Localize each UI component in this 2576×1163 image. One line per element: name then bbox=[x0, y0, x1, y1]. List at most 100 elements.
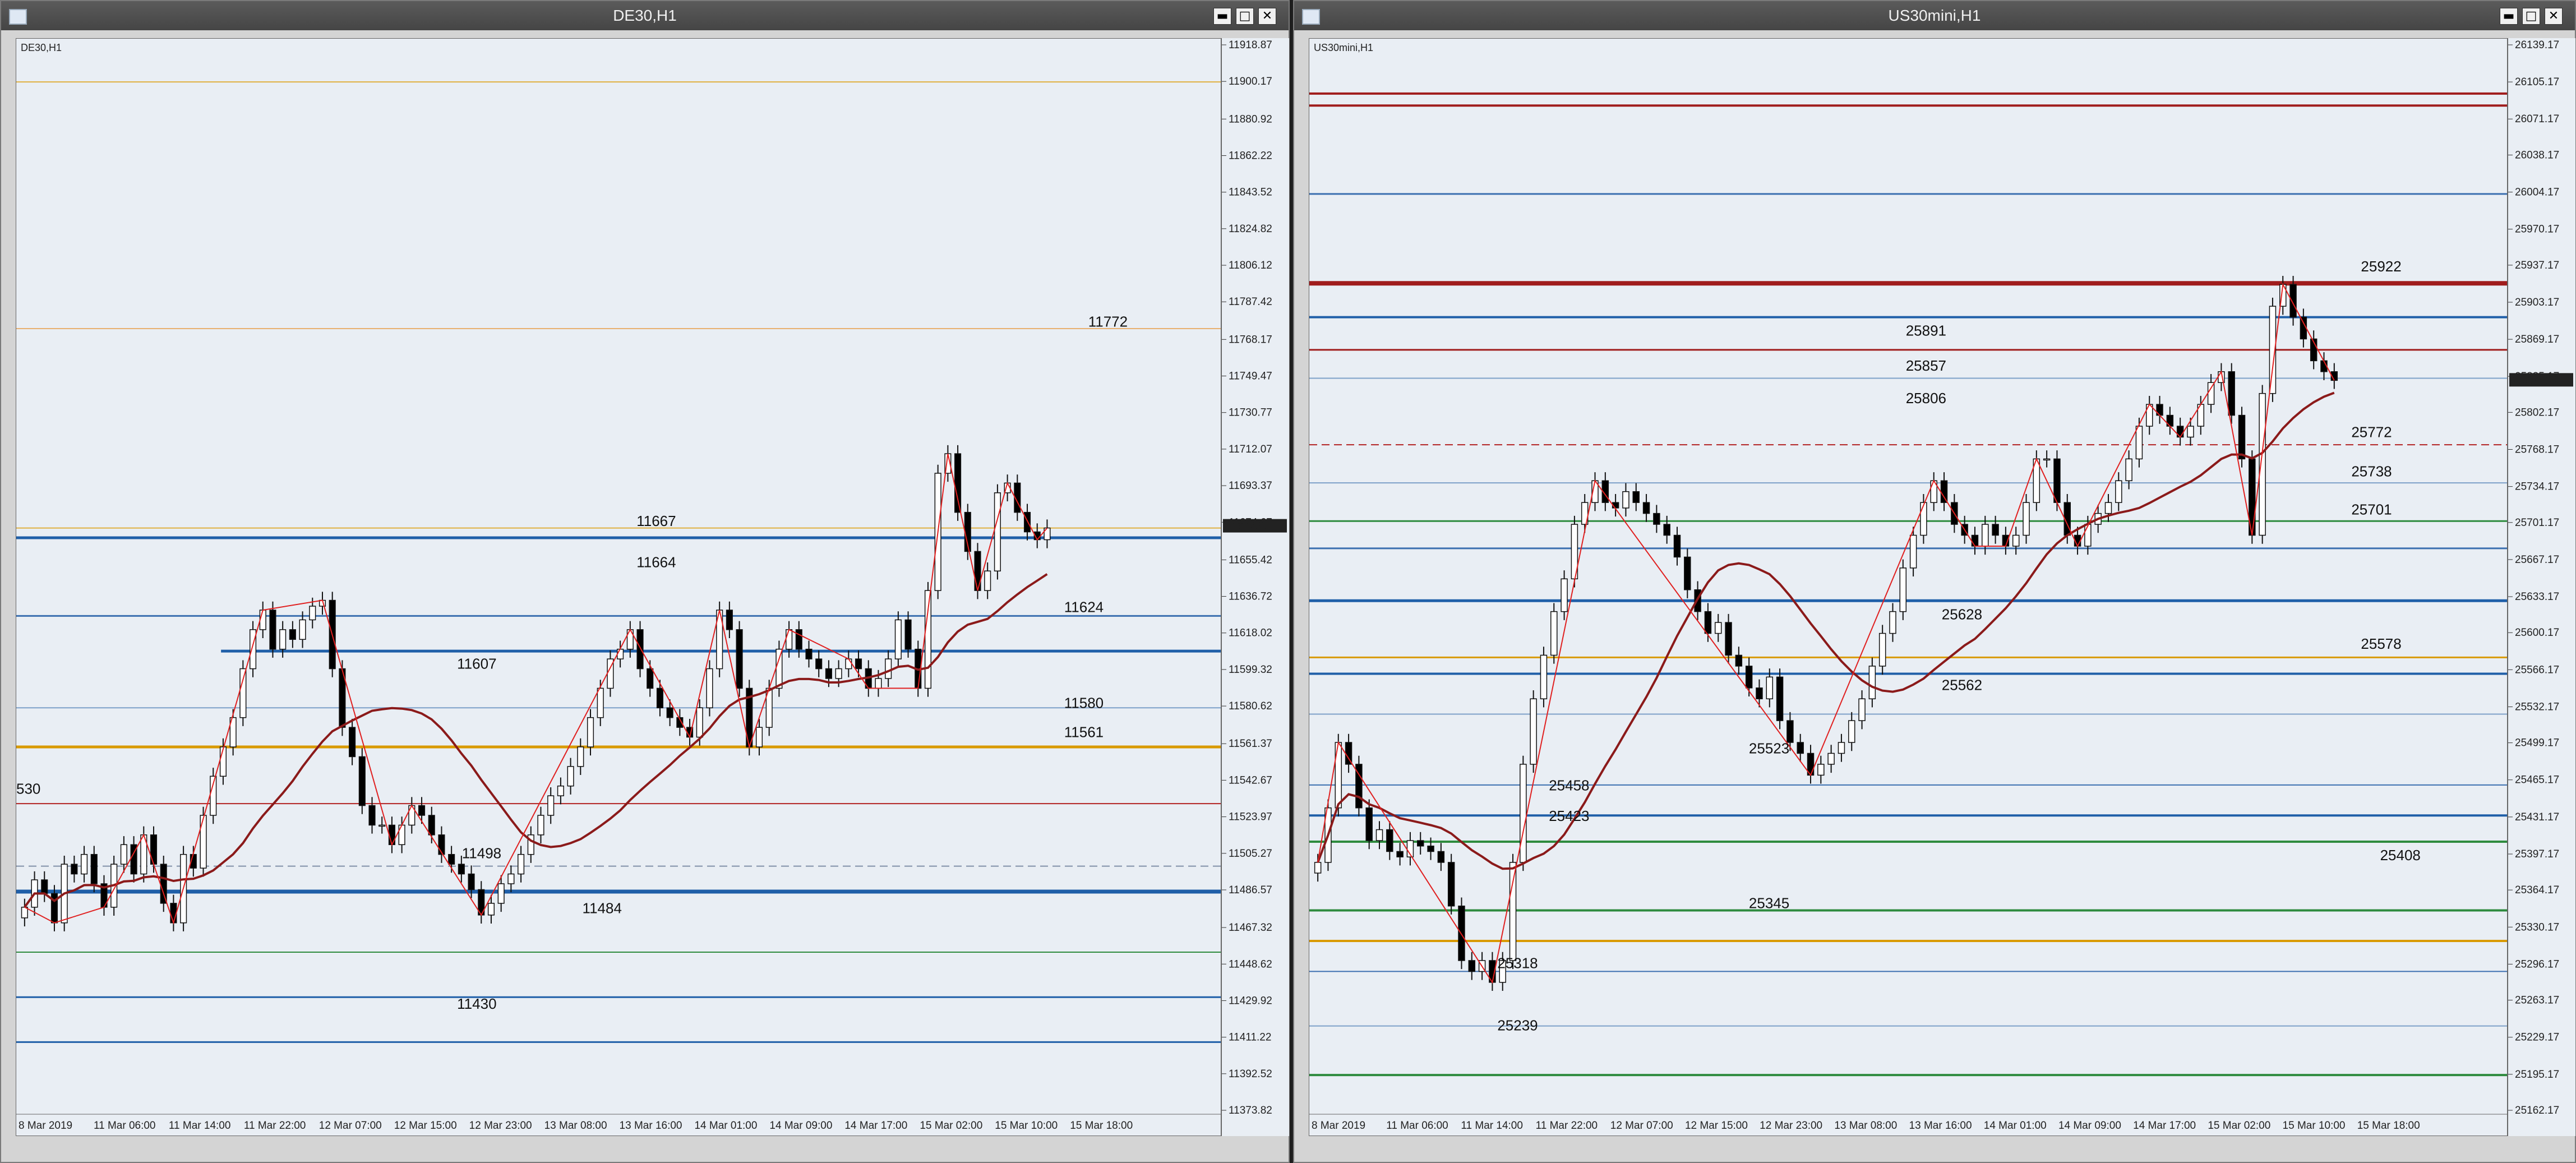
window-titlebar[interactable]: DE30,H1 ▬ □ ✕ bbox=[1, 1, 1289, 30]
price-tick-label: 11486.57 bbox=[1229, 884, 1272, 896]
time-axis-label: 15 Mar 18:00 bbox=[1070, 1120, 1133, 1132]
price-tick-label: 11467.32 bbox=[1229, 922, 1272, 934]
candle-body bbox=[507, 873, 515, 884]
price-tick-label: 25296.17 bbox=[2515, 958, 2559, 970]
candle-body bbox=[1653, 513, 1660, 525]
time-axis-label: 12 Mar 07:00 bbox=[1610, 1120, 1673, 1132]
candle-body bbox=[378, 824, 386, 827]
candle-body bbox=[994, 492, 1001, 572]
candle-body bbox=[1827, 753, 1835, 765]
time-axis-label: 8 Mar 2019 bbox=[19, 1120, 72, 1132]
time-axis-label: 11 Mar 14:00 bbox=[169, 1120, 231, 1132]
candle-body bbox=[924, 590, 932, 689]
time-axis-label: 14 Mar 01:00 bbox=[694, 1120, 757, 1132]
candle-body bbox=[2135, 426, 2143, 460]
candle-body bbox=[775, 648, 783, 689]
price-tick-label: 25869.17 bbox=[2515, 334, 2559, 345]
candle-body bbox=[1509, 862, 1517, 961]
price-axis[interactable]: 26139.17 26105.17 26071.17 26038.17 26004.17… bbox=[2508, 38, 2575, 1136]
candle-body bbox=[894, 619, 902, 659]
current-price-label: 11672.85 bbox=[1226, 521, 1270, 533]
level-label: 11484 bbox=[583, 899, 622, 916]
maximize-icon[interactable]: □ bbox=[2522, 8, 2540, 25]
level-label: 25628 bbox=[1942, 606, 1982, 622]
price-tick-label: 25364.17 bbox=[2515, 884, 2559, 896]
chart-canvas[interactable]: 25922 25891 25857 25806 25772 25738 25701 25628… bbox=[1309, 39, 2507, 1136]
price-tick-label: 26038.17 bbox=[2515, 149, 2559, 161]
price-tick-label: 11618.02 bbox=[1229, 627, 1272, 639]
candle-body bbox=[1817, 764, 1825, 776]
price-tick-label: 25633.17 bbox=[2515, 591, 2559, 603]
candle-body bbox=[557, 785, 564, 796]
price-tick-label: 11768.17 bbox=[1229, 334, 1272, 345]
price-tick-label: 11918.87 bbox=[1229, 39, 1272, 51]
chart-window-de30[interactable]: DE30,H1 ▬ □ ✕ DE30,H1 11772 11667 11664 116… bbox=[0, 0, 1290, 1163]
level-label: 25458 bbox=[1549, 777, 1589, 794]
time-axis-label: 14 Mar 17:00 bbox=[2133, 1120, 2196, 1132]
candle-body bbox=[587, 717, 594, 747]
level-label: 25738 bbox=[2351, 463, 2392, 479]
candle-body bbox=[1365, 807, 1373, 841]
candle-body bbox=[1386, 829, 1393, 852]
minimize-icon[interactable]: ▬ bbox=[1213, 8, 1231, 25]
price-tick-label: 11429.92 bbox=[1229, 995, 1272, 1007]
candle-body bbox=[597, 687, 604, 718]
price-tick-label: 11448.62 bbox=[1229, 958, 1272, 970]
candle-body bbox=[219, 746, 227, 777]
chart-canvas[interactable]: 11772 11667 11664 11624 11607 11580 11561 530 11… bbox=[16, 39, 1221, 1136]
candle-body bbox=[904, 619, 912, 650]
price-axis[interactable]: 11918.87 11900.17 11880.92 11862.22 11843.52… bbox=[1221, 38, 1289, 1136]
chart-symbol-label: US30mini,H1 bbox=[1314, 42, 1374, 53]
candle-body bbox=[358, 756, 366, 806]
price-tick-label: 11599.32 bbox=[1229, 664, 1272, 676]
candle-body bbox=[160, 864, 167, 904]
candle-body bbox=[269, 610, 276, 650]
candle-body bbox=[418, 805, 426, 816]
candle-body bbox=[954, 453, 962, 513]
candle-body bbox=[656, 687, 664, 709]
close-icon[interactable]: ✕ bbox=[1258, 8, 1276, 25]
candle-body bbox=[2104, 502, 2112, 514]
candle-body bbox=[666, 707, 673, 718]
candle-body bbox=[1520, 764, 1527, 863]
candle-body bbox=[1023, 511, 1031, 533]
candle-body bbox=[1447, 862, 1455, 907]
price-tick-label: 25600.17 bbox=[2515, 627, 2559, 639]
candle-body bbox=[1642, 502, 1650, 514]
candle-body bbox=[1756, 687, 1763, 699]
time-axis-label: 14 Mar 17:00 bbox=[844, 1120, 907, 1132]
time-axis-label: 13 Mar 16:00 bbox=[1909, 1120, 1972, 1132]
chart-plot-area[interactable]: DE30,H1 11772 11667 11664 11624 11607 11580 11… bbox=[16, 38, 1221, 1136]
time-axis-label: 12 Mar 23:00 bbox=[469, 1120, 532, 1132]
candle-body bbox=[1745, 666, 1753, 689]
chart-window-us30mini[interactable]: US30mini,H1 ▬ □ ✕ US30mini,H1 25922 25891… bbox=[1293, 0, 2576, 1163]
candle-body bbox=[1437, 851, 1445, 863]
candle-body bbox=[1766, 676, 1774, 699]
level-label: 25408 bbox=[2380, 847, 2421, 864]
window-titlebar[interactable]: US30mini,H1 ▬ □ ✕ bbox=[1294, 1, 2575, 30]
time-axis-label: 11 Mar 06:00 bbox=[1386, 1120, 1448, 1132]
candle-body bbox=[2207, 382, 2215, 405]
level-label: 25318 bbox=[1497, 955, 1538, 972]
candle-body bbox=[1530, 698, 1537, 765]
close-icon[interactable]: ✕ bbox=[2545, 8, 2563, 25]
candle-body bbox=[755, 727, 763, 747]
level-label: 25345 bbox=[1749, 895, 1789, 912]
candle-body bbox=[1663, 524, 1670, 536]
price-tick-label: 26071.17 bbox=[2515, 113, 2559, 125]
price-tick-label: 25229.17 bbox=[2515, 1032, 2559, 1044]
maximize-icon[interactable]: □ bbox=[1236, 8, 1254, 25]
candle-body bbox=[1396, 851, 1404, 857]
time-axis-label: 12 Mar 23:00 bbox=[1760, 1120, 1822, 1132]
chart-plot-area[interactable]: US30mini,H1 25922 25891 25857 25806 25772 257… bbox=[1309, 38, 2508, 1136]
price-tick-label: 26105.17 bbox=[2515, 76, 2559, 88]
minimize-icon[interactable]: ▬ bbox=[2500, 8, 2518, 25]
price-axis-canvas: 11918.87 11900.17 11880.92 11862.22 11843.52… bbox=[1222, 39, 1287, 1116]
candle-body bbox=[309, 606, 316, 621]
level-label: 25578 bbox=[2361, 635, 2401, 652]
candle-body bbox=[249, 629, 257, 670]
price-tick-label: 11636.72 bbox=[1229, 591, 1272, 603]
window-title: US30mini,H1 bbox=[1888, 7, 1981, 24]
price-tick-label: 25970.17 bbox=[2515, 224, 2559, 236]
zigzag-line bbox=[24, 453, 1048, 925]
